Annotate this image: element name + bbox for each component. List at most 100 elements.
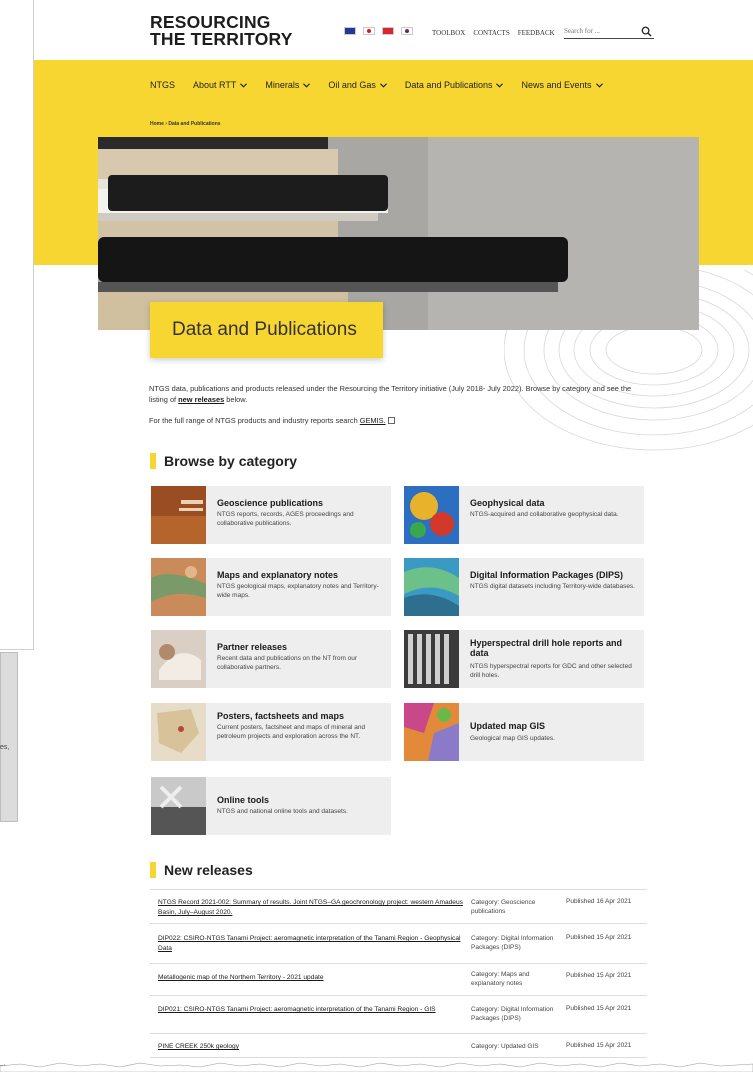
card-title: Geophysical data [470,498,545,508]
table-row: PINE CREEK 250k geology Category: Update… [150,1034,647,1058]
category-card-dips[interactable]: Digital Information Packages (DIPS) NTGS… [404,558,644,616]
online-tools-thumbnail [151,777,206,835]
chevron-down-icon [496,82,504,88]
main-nav: NTGS About RTT Minerals Oil and Gas Data… [150,80,603,90]
toolbox-link[interactable]: TOOLBOX [432,29,465,37]
nav-item-about[interactable]: About RTT [193,80,248,90]
release-title-link[interactable]: DIP022: CSIRO-NTGS Tanami Project: aerom… [158,934,468,954]
hyperspectral-thumbnail [404,630,459,688]
background-text: es, [0,744,10,751]
geophysical-data-thumbnail [404,486,459,544]
card-description: Current posters, factsheet and maps of m… [217,724,366,740]
contacts-link[interactable]: CONTACTS [473,29,509,37]
card-description: NTGS and national online tools and datas… [217,808,348,815]
card-title: Posters, factsheets and maps [217,711,345,721]
web-page: RESOURCING THE TERRITORY TOOLBOX CONTACT… [34,0,753,1072]
card-title: Digital Information Packages (DIPS) [470,570,624,580]
release-category: Category: Digital Information Packages (… [471,935,554,951]
nav-label: Data and Publications [404,80,493,90]
nav-item-news-events[interactable]: News and Events [521,80,603,90]
release-title-link[interactable]: NTGS Record 2021-002: Summary of results… [158,898,468,918]
browse-heading: Browse by category [150,453,297,469]
chevron-down-icon [303,82,311,88]
category-card-hyperspectral[interactable]: Hyperspectral drill hole reports and dat… [404,630,644,688]
card-title: Hyperspectral drill hole reports and dat… [470,638,623,658]
nav-item-minerals[interactable]: Minerals [265,80,311,90]
release-category: Category: Updated GIS [471,1043,539,1050]
category-card-partner[interactable]: Partner releases Recent data and publica… [151,630,391,688]
breadcrumb[interactable]: Home › Data and Publications [150,121,221,127]
release-date: Published 15 Apr 2021 [566,1042,632,1049]
release-title-link[interactable]: Metallogenic map of the Northern Territo… [158,973,468,983]
releases-table: NTGS Record 2021-002: Summary of results… [150,889,647,1058]
category-card-geophysical[interactable]: Geophysical data NTGS-acquired and colla… [404,486,644,544]
korea-flag-icon[interactable] [401,27,413,35]
card-title: Online tools [217,795,270,805]
logo-line2: THE TERRITORY [150,29,293,49]
card-title: Updated map GIS [470,721,546,731]
top-links: TOOLBOX CONTACTS FEEDBACK [432,29,555,37]
search-icon[interactable] [641,26,652,37]
card-description: NTGS hyperspectral reports for GDC and o… [470,663,632,679]
nav-label: News and Events [521,80,592,90]
torn-edge [0,1062,753,1072]
heading-accent-bar [150,453,156,469]
posters-thumbnail [151,703,206,761]
table-row: DIP022: CSIRO-NTGS Tanami Project: aerom… [150,924,647,964]
gemis-link[interactable]: GEMIS. [360,416,386,425]
category-card-online-tools[interactable]: Online tools NTGS and national online to… [151,777,391,835]
chevron-down-icon [379,82,387,88]
external-link-icon [387,417,395,424]
card-description: Geological map GIS updates. [470,735,555,742]
geoscience-publications-thumbnail [151,486,206,544]
release-title-link[interactable]: DIP021: CSIRO-NTGS Tanami Project: aerom… [158,1005,468,1015]
card-title: Geoscience publications [217,498,324,508]
card-description: NTGS reports, records, AGES proceedings … [217,511,354,527]
intro-paragraph: NTGS data, publications and products rel… [149,383,644,405]
release-date: Published 16 Apr 2021 [566,898,632,905]
heading-accent-bar [150,862,156,878]
intro-text-end: below. [224,395,248,404]
nav-item-ntgs[interactable]: NTGS [150,80,175,90]
site-logo[interactable]: RESOURCING THE TERRITORY [150,13,293,49]
table-row: Metallogenic map of the Northern Territo… [150,964,647,996]
releases-heading: New releases [150,862,253,878]
japan-flag-icon[interactable] [363,27,375,35]
category-card-updated-gis[interactable]: Updated map GIS Geological map GIS updat… [404,703,644,761]
page-title: Data and Publications [172,319,357,340]
releases-heading-text: New releases [164,862,253,878]
chevron-down-icon [240,82,248,88]
new-releases-link[interactable]: new releases [178,395,224,404]
card-description: NTGS-acquired and collaborative geophysi… [470,511,619,518]
feedback-link[interactable]: FEEDBACK [518,29,555,37]
nav-item-data-publications[interactable]: Data and Publications [405,80,504,90]
updated-gis-thumbnail [404,703,459,761]
release-title-link[interactable]: PINE CREEK 250k geology [158,1042,468,1052]
card-title: Maps and explanatory notes [217,570,339,580]
nav-label: NTGS [150,80,176,90]
background-panel [0,652,18,822]
category-card-posters[interactable]: Posters, factsheets and maps Current pos… [151,703,391,761]
card-description: NTGS geological maps, explanatory notes … [217,583,379,599]
release-category: Category: Geoscience publications [471,899,536,915]
page-title-box: Data and Publications [150,302,383,358]
australia-flag-icon[interactable] [344,27,356,35]
card-description: Recent data and publications on the NT f… [217,655,358,671]
china-flag-icon[interactable] [382,27,394,35]
language-flags [344,27,413,35]
gemis-paragraph: For the full range of NTGS products and … [149,416,395,425]
dips-thumbnail [404,558,459,616]
nav-item-oil-gas[interactable]: Oil and Gas [328,80,387,90]
card-description: NTGS digital datasets including Territor… [470,583,635,590]
nav-label: Oil and Gas [328,80,376,90]
card-title: Partner releases [217,642,288,652]
category-card-maps[interactable]: Maps and explanatory notes NTGS geologic… [151,558,391,616]
nav-label: Minerals [265,80,300,90]
partner-releases-thumbnail [151,630,206,688]
release-date: Published 15 Apr 2021 [566,1005,632,1012]
table-row: NTGS Record 2021-002: Summary of results… [150,890,647,924]
release-date: Published 15 Apr 2021 [566,972,632,979]
category-card-geoscience[interactable]: Geoscience publications NTGS reports, re… [151,486,391,544]
background-window [0,0,34,650]
chevron-down-icon [595,82,603,88]
